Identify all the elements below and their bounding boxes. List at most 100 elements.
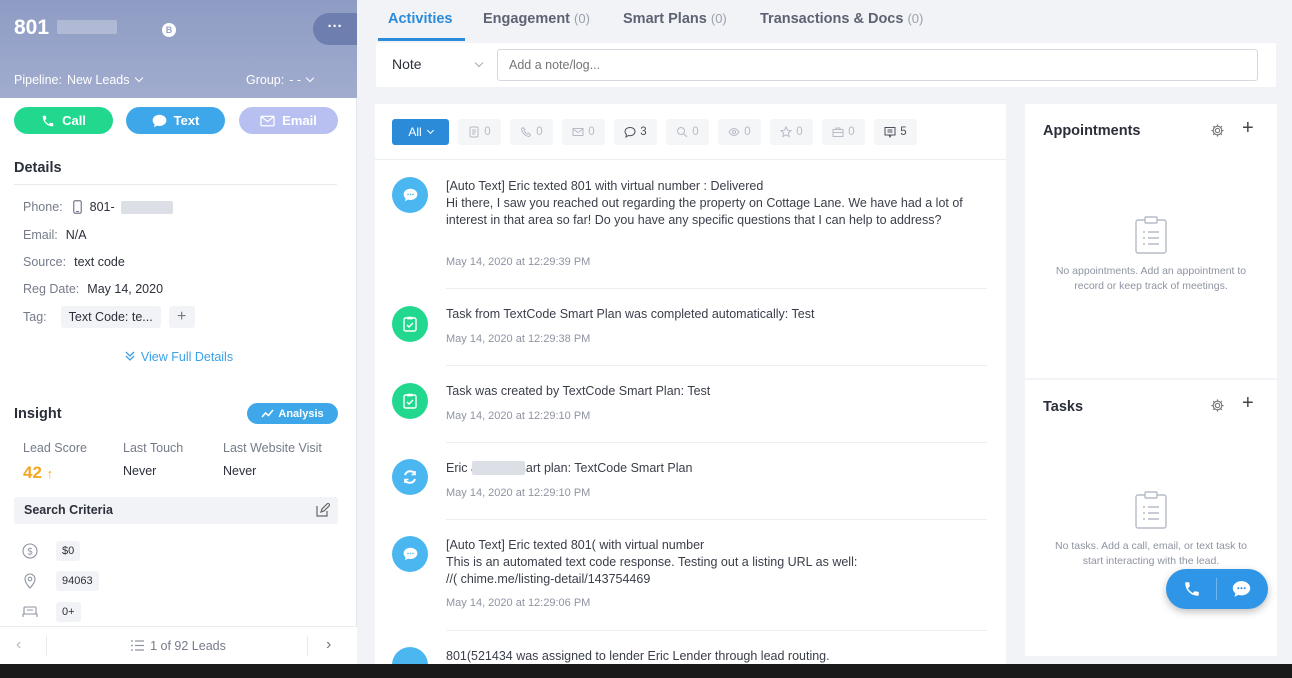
lead-pager-text[interactable]: 1 of 92 Leads (0, 639, 357, 653)
chevron-down-icon (305, 73, 315, 83)
clipboard-icon (1135, 491, 1167, 529)
next-lead-button[interactable]: › (326, 636, 331, 654)
filter-views[interactable]: 0 (718, 119, 761, 145)
text-button[interactable]: Text (126, 107, 225, 134)
activity-tabs: Activities Engagement (0) Smart Plans (0… (357, 0, 1292, 42)
add-appointment-button[interactable]: + (1242, 117, 1254, 140)
text-message-icon (392, 177, 428, 213)
quick-contact-fab (1166, 569, 1268, 609)
lead-badge-icon: B (162, 23, 176, 37)
eye-icon (728, 127, 740, 137)
note-input[interactable] (497, 49, 1258, 81)
email-button[interactable]: Email (239, 107, 338, 134)
note-composer: Note (376, 43, 1276, 87)
activity-date: May 14, 2020 at 12:29:39 PM (446, 256, 591, 268)
add-tag-button[interactable]: + (168, 306, 195, 328)
activity-date: May 14, 2020 at 12:29:38 PM (446, 333, 591, 345)
source-row: Source: text code (23, 255, 125, 269)
activity-date: May 14, 2020 at 12:29:10 PM (446, 410, 591, 422)
activity-feed: All 0 0 0 3 0 0 0 0 5 [Auto Text] Eric t… (375, 104, 1006, 664)
briefcase-icon (832, 127, 844, 137)
appointments-title: Appointments (1043, 123, 1141, 139)
activity-filter-bar: All 0 0 0 3 0 0 0 0 5 (375, 104, 1006, 160)
email-row: Email: N/A (23, 228, 87, 242)
view-full-details-link[interactable]: View Full Details (0, 350, 357, 364)
more-options-button[interactable]: ··· (313, 13, 357, 45)
star-icon (780, 126, 793, 138)
tasks-title: Tasks (1043, 399, 1084, 415)
reg-date-row: Reg Date: May 14, 2020 (23, 282, 164, 296)
tag-row: Tag: Text Code: te... + (23, 306, 195, 328)
envelope-icon (260, 115, 275, 126)
activity-text: [Auto Text] Eric texted 801( with virtua… (446, 538, 858, 586)
call-button[interactable]: Call (14, 107, 113, 134)
last-touch-value: Never (123, 464, 157, 478)
phone-icon (521, 126, 532, 138)
envelope-icon (572, 128, 584, 136)
criteria-price: $ $0 (22, 541, 81, 561)
phone-icon (42, 115, 54, 126)
note-type-select[interactable]: Note (392, 56, 422, 72)
task-clipboard-icon (392, 383, 428, 419)
activity-date: May 14, 2020 at 12:29:10 PM (446, 487, 591, 499)
gear-icon[interactable] (1210, 123, 1225, 138)
last-website-visit-value: Never (223, 464, 257, 478)
search-icon (677, 127, 688, 138)
divider (14, 184, 337, 185)
active-tab-indicator (378, 38, 465, 41)
criteria-beds: 0+ (22, 602, 81, 622)
filter-auto-texts[interactable]: 5 (874, 119, 917, 145)
lead-pager: ‹ 1 of 92 Leads › (0, 626, 357, 664)
filter-calls[interactable]: 0 (510, 119, 553, 145)
filter-transactions[interactable]: 0 (822, 119, 865, 145)
filter-favorites[interactable]: 0 (770, 119, 813, 145)
edit-icon[interactable] (316, 503, 330, 517)
add-task-button[interactable]: + (1242, 392, 1254, 415)
filter-searches[interactable]: 0 (666, 119, 709, 145)
lead-score-label: Lead Score (23, 441, 87, 455)
insight-title: Insight (14, 406, 62, 422)
activity-date: May 14, 2020 at 12:29:06 PM (446, 597, 591, 609)
lead-score-value: 42 ↑ (23, 463, 54, 482)
bed-icon (22, 606, 38, 617)
arrow-up-icon: ↑ (46, 466, 54, 481)
routing-icon (392, 647, 428, 664)
double-chevron-down-icon (125, 351, 135, 361)
dollar-circle-icon: $ (22, 543, 38, 559)
criteria-zip: 94063 (22, 571, 99, 591)
divider (1025, 378, 1277, 380)
tag-chip[interactable]: Text Code: te... (60, 306, 161, 328)
tab-smart-plans[interactable]: Smart Plans (0) (623, 11, 727, 27)
filter-emails[interactable]: 0 (562, 119, 605, 145)
gear-icon[interactable] (1210, 398, 1225, 413)
activity-text: [Auto Text] Eric texted 801 with virtual… (446, 179, 963, 227)
phone-icon[interactable] (1183, 580, 1201, 598)
last-website-visit-label: Last Website Visit (223, 441, 322, 455)
message-box-icon (884, 127, 896, 138)
tab-engagement[interactable]: Engagement (0) (483, 11, 590, 27)
svg-text:$: $ (27, 547, 33, 558)
location-pin-icon (24, 573, 36, 589)
details-title: Details (14, 160, 62, 176)
lead-detail-page: 801 B ··· Pipeline: New Leads Group: - - C… (0, 0, 1292, 678)
mobile-phone-icon (72, 200, 82, 214)
tab-activities[interactable]: Activities (388, 11, 452, 27)
chat-bubble-icon[interactable] (1232, 580, 1251, 598)
trend-chart-icon (261, 409, 274, 418)
lead-header: 801 B ··· Pipeline: New Leads Group: - - (0, 0, 357, 98)
pipeline-selector[interactable]: Pipeline: New Leads (14, 73, 143, 87)
tasks-empty-text: No tasks. Add a call, email, or text tas… (1055, 540, 1247, 567)
clipboard-icon (1135, 216, 1167, 254)
filter-texts[interactable]: 3 (614, 119, 657, 145)
filter-all-button[interactable]: All (392, 119, 449, 145)
chevron-down-icon (470, 56, 484, 74)
phone-value[interactable]: 801- (90, 200, 115, 214)
filter-notes[interactable]: 0 (458, 119, 501, 145)
analysis-button[interactable]: Analysis (247, 403, 338, 424)
activity-text: Task was created by TextCode Smart Plan:… (446, 384, 711, 398)
tab-transactions-docs[interactable]: Transactions & Docs (0) (760, 11, 923, 27)
group-selector[interactable]: Group: - - (246, 73, 315, 87)
text-message-icon (392, 536, 428, 572)
lead-name: 801 (14, 16, 118, 40)
search-criteria-header: Search Criteria (14, 497, 338, 524)
